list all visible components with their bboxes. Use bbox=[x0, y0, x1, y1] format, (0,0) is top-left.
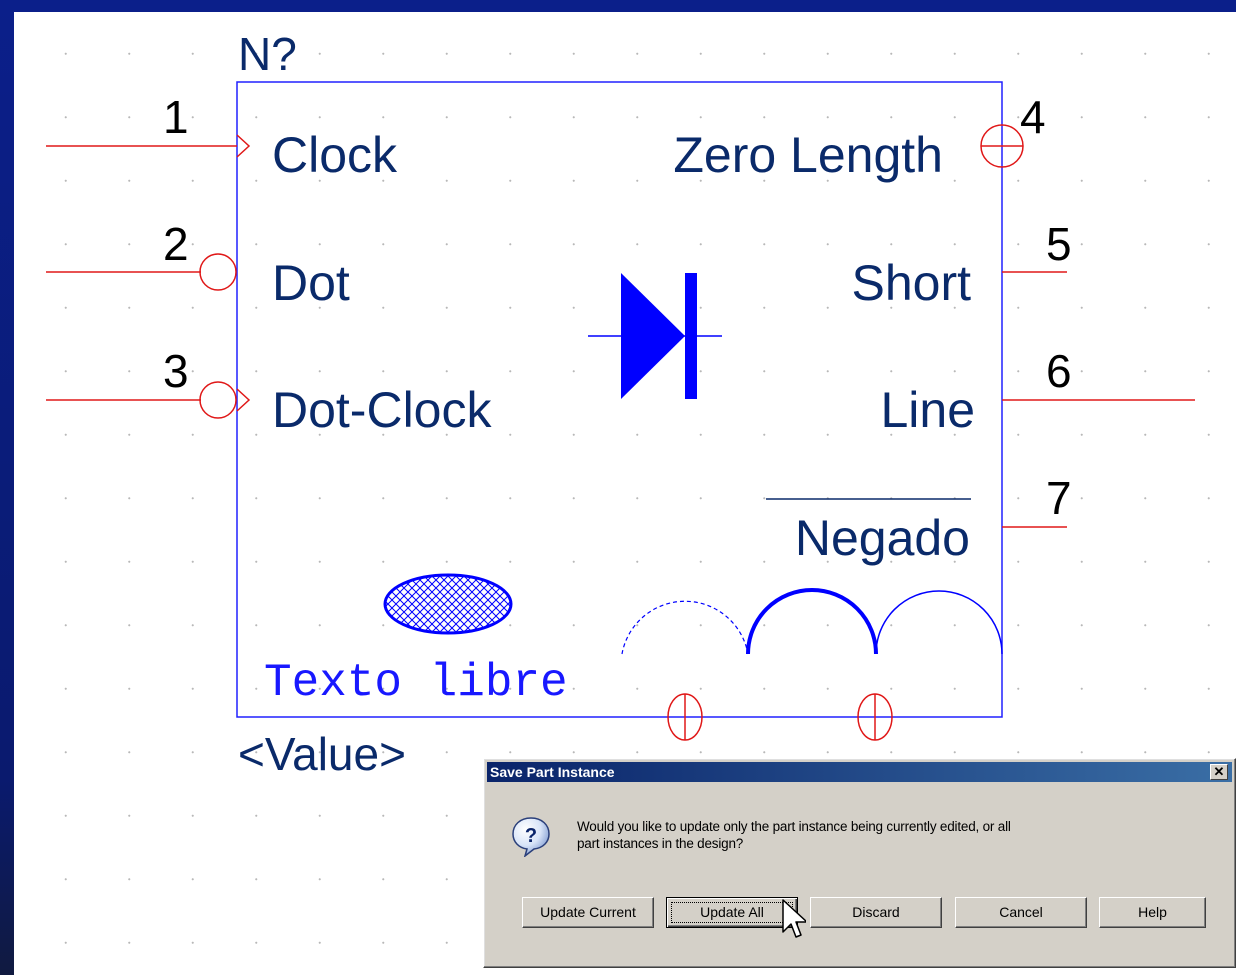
free-text[interactable]: Texto libre bbox=[264, 657, 568, 709]
pin-7-negado[interactable]: 7 Negado bbox=[766, 472, 1072, 566]
mouse-cursor-icon bbox=[782, 899, 806, 938]
part-reference[interactable]: N? bbox=[238, 28, 297, 80]
update-current-button[interactable]: Update Current bbox=[522, 897, 654, 928]
help-button[interactable]: Help bbox=[1099, 897, 1206, 928]
pin-3-number: 3 bbox=[163, 345, 189, 397]
update-all-button[interactable]: Update All bbox=[666, 897, 798, 928]
pin-4-zero-length[interactable]: 4 Zero Length bbox=[673, 91, 1045, 183]
pin-3-name: Dot-Clock bbox=[272, 382, 492, 438]
pin-2-dot[interactable]: 2 Dot bbox=[46, 218, 350, 311]
pin-1-clock[interactable]: 1 Clock bbox=[46, 91, 398, 183]
pin-4-number: 4 bbox=[1020, 91, 1046, 143]
arc-thick[interactable] bbox=[746, 588, 878, 655]
hatched-ellipse[interactable] bbox=[383, 573, 513, 635]
save-part-instance-dialog[interactable]: Save Part Instance ✕ ? Would you like to… bbox=[483, 758, 1236, 968]
pin-7-number: 7 bbox=[1046, 472, 1072, 524]
pin-5-name: Short bbox=[851, 255, 971, 311]
pin-1-name: Clock bbox=[272, 127, 398, 183]
dialog-message: Would you like to update only the part i… bbox=[577, 818, 1137, 852]
cancel-button[interactable]: Cancel bbox=[955, 897, 1087, 928]
close-icon[interactable]: ✕ bbox=[1210, 764, 1228, 780]
question-icon: ? bbox=[512, 817, 550, 857]
pin-7-name: Negado bbox=[795, 510, 970, 566]
pin-2-name: Dot bbox=[272, 255, 350, 311]
pin-5-number: 5 bbox=[1046, 218, 1072, 270]
pin-5-short[interactable]: 5 Short bbox=[851, 218, 1071, 311]
part-value[interactable]: <Value> bbox=[238, 728, 406, 780]
svg-text:?: ? bbox=[525, 825, 537, 847]
pin-3-dot-clock[interactable]: 3 Dot-Clock bbox=[46, 345, 492, 438]
dialog-message-line-1: Would you like to update only the part i… bbox=[577, 819, 1011, 834]
window-frame-left bbox=[0, 0, 14, 975]
discard-button[interactable]: Discard bbox=[810, 897, 942, 928]
window-frame-top bbox=[0, 0, 1236, 12]
dialog-message-line-2: part instances in the design? bbox=[577, 836, 744, 851]
pin-4-name: Zero Length bbox=[673, 127, 943, 183]
arc-dashed[interactable] bbox=[621, 600, 749, 655]
pin-6-number: 6 bbox=[1046, 345, 1072, 397]
focus-ring bbox=[671, 902, 793, 923]
arc-thin[interactable] bbox=[875, 590, 1003, 655]
dialog-titlebar[interactable]: Save Part Instance ✕ bbox=[487, 762, 1232, 782]
diode-graphic[interactable] bbox=[588, 273, 722, 399]
pin-6-name: Line bbox=[880, 382, 975, 438]
dialog-title: Save Part Instance bbox=[490, 764, 615, 780]
pin-1-number: 1 bbox=[163, 91, 189, 143]
pin-6-line[interactable]: 6 Line bbox=[880, 345, 1195, 438]
pin-2-number: 2 bbox=[163, 218, 189, 270]
